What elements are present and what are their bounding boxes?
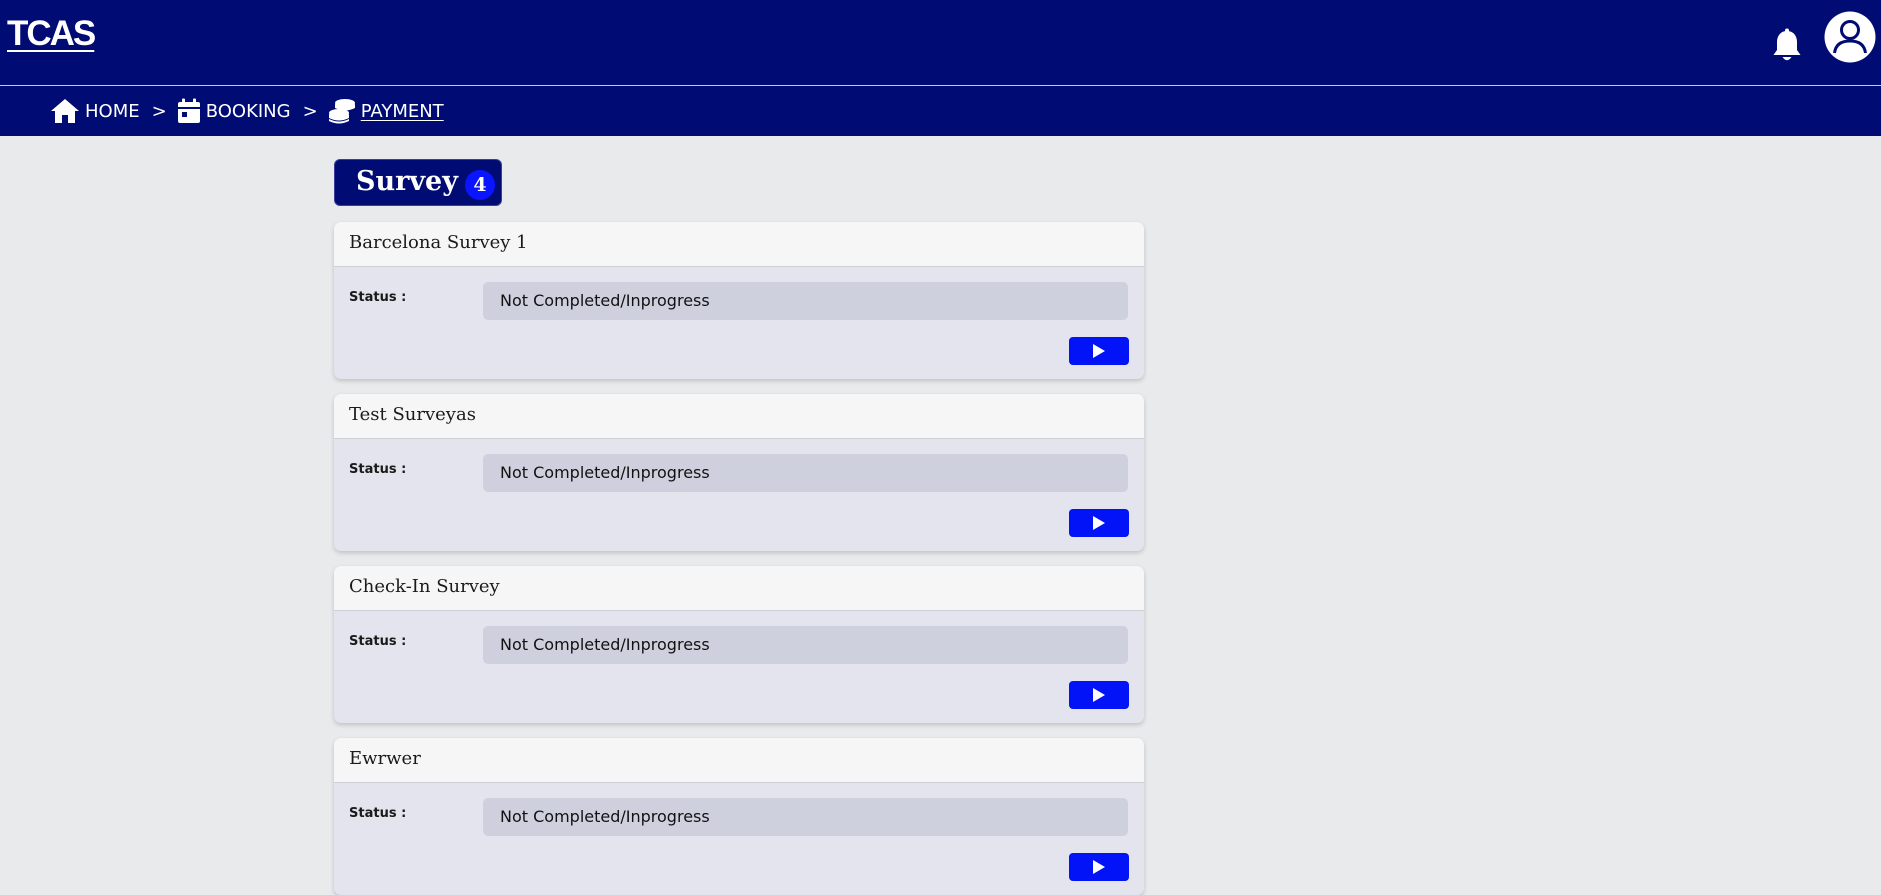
- survey-section-header: Survey 4: [334, 159, 502, 206]
- survey-card: Ewrwer Status : Not Completed/Inprogress: [334, 738, 1144, 895]
- survey-count-badge: 4: [465, 170, 495, 200]
- play-icon: [1093, 344, 1105, 358]
- status-value: Not Completed/Inprogress: [483, 798, 1128, 836]
- survey-card-title: Ewrwer: [349, 748, 421, 769]
- breadcrumb-separator: >: [302, 100, 318, 122]
- start-survey-button[interactable]: [1069, 509, 1129, 537]
- breadcrumb-payment[interactable]: PAYMENT: [328, 98, 444, 124]
- breadcrumb-booking-label: BOOKING: [205, 100, 291, 122]
- status-label: Status :: [349, 806, 407, 821]
- status-value: Not Completed/Inprogress: [483, 626, 1128, 664]
- status-label: Status :: [349, 290, 407, 305]
- status-value: Not Completed/Inprogress: [483, 282, 1128, 320]
- survey-card-header: Test Surveyas: [334, 394, 1144, 439]
- top-header: TCAS: [0, 0, 1881, 86]
- breadcrumb-payment-label: PAYMENT: [360, 100, 444, 122]
- status-label: Status :: [349, 462, 407, 477]
- coins-icon: [328, 99, 355, 124]
- survey-card-header: Check-In Survey: [334, 566, 1144, 611]
- bell-icon[interactable]: [1771, 28, 1803, 64]
- breadcrumb-separator: >: [151, 100, 167, 122]
- status-label: Status :: [349, 634, 407, 649]
- play-icon: [1093, 516, 1105, 530]
- survey-card-title: Test Surveyas: [349, 404, 476, 425]
- status-value: Not Completed/Inprogress: [483, 454, 1128, 492]
- survey-card-header: Barcelona Survey 1: [334, 222, 1144, 267]
- start-survey-button[interactable]: [1069, 337, 1129, 365]
- survey-card: Test Surveyas Status : Not Completed/Inp…: [334, 394, 1144, 551]
- survey-card: Check-In Survey Status : Not Completed/I…: [334, 566, 1144, 723]
- app-logo[interactable]: TCAS: [7, 14, 96, 54]
- survey-card: Barcelona Survey 1 Status : Not Complete…: [334, 222, 1144, 379]
- home-icon: [51, 99, 79, 123]
- play-icon: [1093, 860, 1105, 874]
- start-survey-button[interactable]: [1069, 853, 1129, 881]
- calendar-icon: [177, 98, 200, 123]
- start-survey-button[interactable]: [1069, 681, 1129, 709]
- survey-section-title: Survey: [356, 166, 458, 197]
- breadcrumb: HOME > BOOKING > PAYMENT: [50, 94, 444, 128]
- survey-card-title: Barcelona Survey 1: [349, 232, 528, 253]
- user-avatar-icon[interactable]: [1824, 11, 1876, 63]
- breadcrumb-booking[interactable]: BOOKING: [177, 98, 291, 124]
- survey-card-header: Ewrwer: [334, 738, 1144, 783]
- play-icon: [1093, 688, 1105, 702]
- breadcrumb-home-label: HOME: [85, 100, 140, 122]
- breadcrumb-home[interactable]: HOME: [50, 98, 140, 124]
- breadcrumb-bar: HOME > BOOKING > PAYMENT: [0, 86, 1881, 136]
- survey-card-title: Check-In Survey: [349, 576, 500, 597]
